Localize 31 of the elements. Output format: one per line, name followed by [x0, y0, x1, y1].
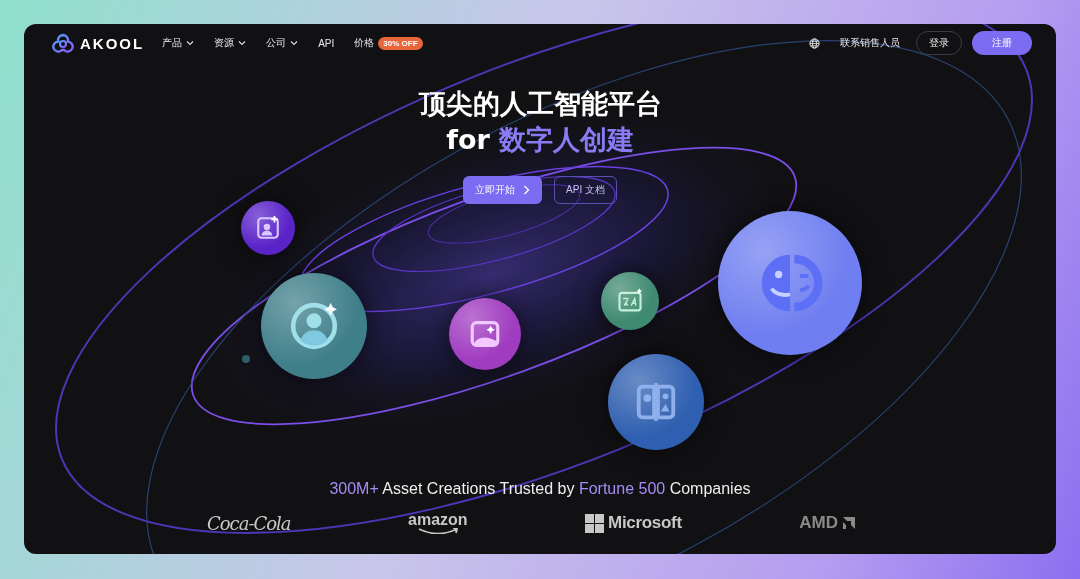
- amazon-logo: amazon: [408, 512, 468, 534]
- caret-icon: [186, 40, 195, 46]
- brand-wordmark[interactable]: AKOOL: [80, 34, 145, 52]
- nav-link[interactable]: 公司: [266, 36, 299, 50]
- planet-dot: [242, 355, 250, 363]
- caret-icon: [238, 40, 247, 46]
- nav-link[interactable]: 资源: [214, 36, 247, 50]
- coca-cola-logo: Coca-Cola: [207, 512, 291, 534]
- four-squares-icon: [585, 513, 605, 533]
- language-globe-icon[interactable]: [809, 37, 820, 49]
- chevron-right-icon: [523, 185, 531, 195]
- corner-arrow-icon: [842, 516, 856, 530]
- nav-link[interactable]: 产品: [162, 36, 195, 50]
- microsoft-logo: Microsoft: [608, 513, 682, 533]
- nav-link[interactable]: 价格: [354, 36, 375, 50]
- portrait-add-icon: [255, 215, 281, 241]
- smile-arrow-icon: [416, 528, 459, 534]
- caret-icon: [290, 40, 299, 46]
- discount-badge: 30% OFF: [378, 36, 423, 50]
- hero-title: 顶尖的人工智能平台: [418, 87, 662, 121]
- api-docs-button[interactable]: API 文档: [554, 176, 617, 204]
- user-avatar-icon: [289, 301, 339, 351]
- amd-logo: AMD: [799, 513, 838, 533]
- trust-statement: 300M+ Asset Creations Trusted by Fortune 500 Companies: [329, 480, 751, 498]
- signup-button[interactable]: 注册: [972, 31, 1032, 55]
- hero-subtitle-highlight: 数字人创建: [498, 123, 634, 157]
- contact-sales-link[interactable]: 联系销售人员: [840, 36, 900, 50]
- logo-icon: [52, 33, 74, 53]
- get-started-button[interactable]: 立即开始: [463, 176, 543, 204]
- hero-subtitle-prefix: for: [446, 123, 490, 157]
- nav-link[interactable]: API: [318, 37, 335, 49]
